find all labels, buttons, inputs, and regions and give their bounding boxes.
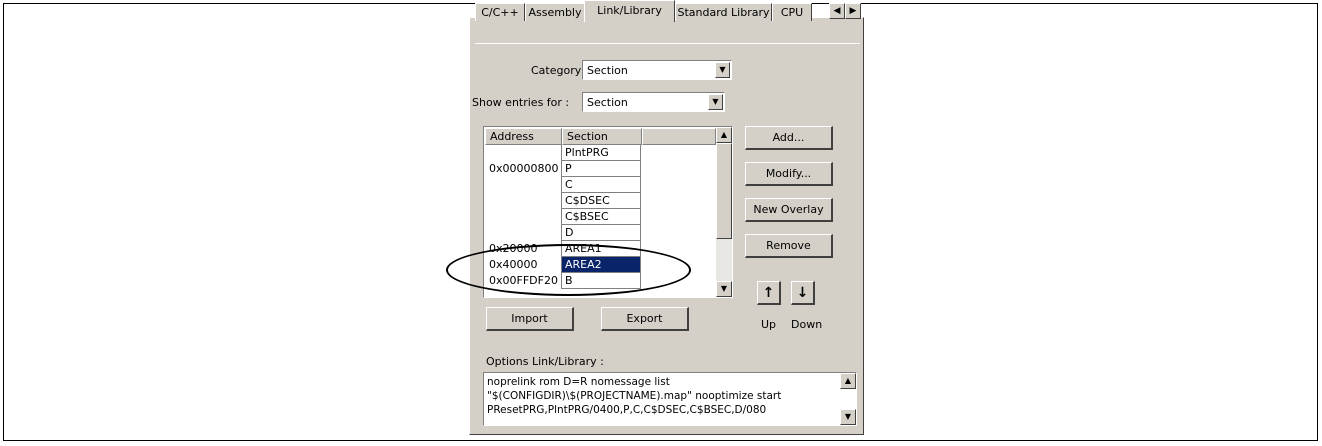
tab-cpu[interactable]: CPU bbox=[772, 3, 812, 21]
options-line: PResetPRG,PlntPRG/0400,P,C,C$DSEC,C$BSEC… bbox=[487, 404, 767, 416]
column-header-section[interactable]: Section bbox=[562, 128, 642, 145]
row-section: C$BSEC bbox=[561, 209, 641, 225]
options-line: noprelink rom D=R nomessage list bbox=[487, 376, 670, 388]
modify-button[interactable]: Modify... bbox=[745, 162, 833, 186]
row-section: C bbox=[561, 177, 641, 193]
row-section: PlntPRG bbox=[561, 145, 641, 161]
category-select[interactable]: Section ▼ bbox=[582, 60, 732, 80]
row-section: B bbox=[561, 273, 641, 289]
row-section: D bbox=[561, 225, 641, 241]
options-textarea[interactable]: noprelink rom D=R nomessage list "$(CONF… bbox=[483, 372, 857, 426]
add-button[interactable]: Add... bbox=[745, 126, 833, 150]
list-row[interactable]: D bbox=[484, 225, 714, 241]
column-header-empty bbox=[642, 128, 716, 145]
category-label: Category : bbox=[531, 64, 589, 77]
arrow-up-icon: ↑ bbox=[762, 285, 775, 301]
list-row[interactable]: C bbox=[484, 177, 714, 193]
tab-standard-library[interactable]: Standard Library bbox=[675, 3, 772, 21]
list-row-selected[interactable]: 0x40000 AREA2 bbox=[484, 257, 714, 273]
options-label: Options Link/Library : bbox=[486, 355, 604, 368]
row-address: 0x00000800 bbox=[489, 162, 559, 175]
import-button[interactable]: Import bbox=[486, 307, 574, 331]
row-address: 0x20000 bbox=[489, 242, 538, 255]
row-section: P bbox=[561, 161, 641, 177]
show-entries-label: Show entries for : bbox=[472, 96, 570, 109]
list-row[interactable]: PlntPRG bbox=[484, 145, 714, 161]
category-value: Section bbox=[587, 64, 628, 77]
tab-scroll-right-icon[interactable]: ▶ bbox=[845, 3, 861, 19]
arrow-down-icon: ↓ bbox=[796, 285, 809, 301]
new-overlay-button[interactable]: New Overlay bbox=[745, 198, 833, 222]
row-address: 0x00FFDF20 bbox=[489, 274, 558, 287]
move-up-button[interactable]: ↑ bbox=[757, 281, 781, 305]
scroll-down-icon[interactable]: ▼ bbox=[716, 281, 732, 297]
column-header-address[interactable]: Address bbox=[485, 128, 562, 145]
chevron-down-icon[interactable]: ▼ bbox=[708, 94, 723, 110]
row-address: 0x40000 bbox=[489, 258, 538, 271]
export-button[interactable]: Export bbox=[601, 307, 689, 331]
tab-divider bbox=[475, 43, 860, 44]
section-list[interactable]: Address Section PlntPRG 0x00000800 P C C… bbox=[483, 126, 733, 298]
up-label: Up bbox=[761, 318, 777, 331]
scroll-down-icon[interactable]: ▼ bbox=[840, 409, 856, 425]
list-row[interactable]: 0x20000 AREA1 bbox=[484, 241, 714, 257]
scroll-thumb[interactable] bbox=[716, 143, 732, 239]
scroll-up-icon[interactable]: ▲ bbox=[716, 127, 732, 143]
row-section: C$DSEC bbox=[561, 193, 641, 209]
remove-button[interactable]: Remove bbox=[745, 234, 833, 258]
list-row[interactable]: C$DSEC bbox=[484, 193, 714, 209]
scroll-up-icon[interactable]: ▲ bbox=[840, 373, 856, 389]
move-down-button[interactable]: ↓ bbox=[791, 281, 815, 305]
tab-link-library[interactable]: Link/Library bbox=[584, 0, 675, 22]
tab-cpp[interactable]: C/C++ bbox=[475, 3, 525, 21]
row-section: AREA1 bbox=[561, 241, 641, 257]
row-section: AREA2 bbox=[561, 257, 641, 273]
down-label: Down bbox=[791, 318, 823, 331]
list-row[interactable]: C$BSEC bbox=[484, 209, 714, 225]
show-entries-select[interactable]: Section ▼ bbox=[582, 92, 725, 112]
list-row[interactable]: 0x00000800 P bbox=[484, 161, 714, 177]
show-entries-value: Section bbox=[587, 96, 628, 109]
chevron-down-icon[interactable]: ▼ bbox=[715, 62, 730, 78]
tab-assembly[interactable]: Assembly bbox=[525, 3, 585, 21]
options-line: "$(CONFIGDIR)\$(PROJECTNAME).map" noopti… bbox=[487, 390, 782, 402]
tab-scroll-left-icon[interactable]: ◀ bbox=[829, 3, 845, 19]
list-scrollbar[interactable]: ▲ ▼ bbox=[716, 127, 732, 297]
list-row[interactable]: 0x00FFDF20 B bbox=[484, 273, 714, 289]
